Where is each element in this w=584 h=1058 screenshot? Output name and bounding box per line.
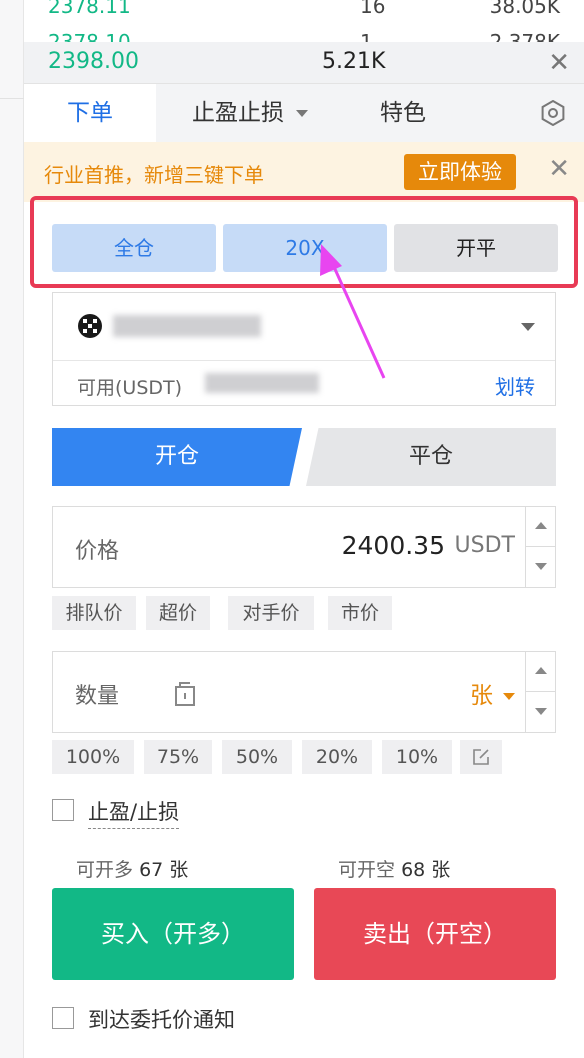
promo-text: 行业首推，新增三键下单 xyxy=(44,163,264,187)
order-tabs: 下单 止盈止损 特色 xyxy=(24,84,584,142)
percent-chip-75[interactable]: 75% xyxy=(144,740,212,774)
last-price-bar: 2398.00 5.21K ✕ xyxy=(24,42,584,84)
quantity-label: 数量 xyxy=(75,684,120,709)
last-price[interactable]: 2398.00 xyxy=(48,49,139,74)
close-icon[interactable]: ✕ xyxy=(548,154,570,184)
available-long-label: 可开多 xyxy=(76,859,134,881)
decrement-icon[interactable] xyxy=(526,547,555,587)
available-short: 可开空 68 张 xyxy=(338,855,450,882)
percent-chip-10[interactable]: 10% xyxy=(382,740,452,774)
volume: 5.21K xyxy=(322,49,386,74)
counterparty-price-chip[interactable]: 对手价 xyxy=(228,596,314,630)
chevron-down-icon xyxy=(503,693,515,700)
left-strip xyxy=(0,0,24,1058)
available-short-label: 可开空 xyxy=(338,859,396,881)
available-long: 可开多 67 张 xyxy=(76,855,188,882)
orderbook-price: 2378.11 xyxy=(48,0,131,18)
tab-tp-sl[interactable]: 止盈止损 xyxy=(192,84,308,142)
try-now-button[interactable]: 立即体验 xyxy=(404,154,516,190)
chevron-down-icon[interactable] xyxy=(521,323,535,331)
edit-percent-button[interactable] xyxy=(460,740,502,774)
unit-label: 张 xyxy=(470,683,493,709)
unit-selector[interactable]: 张 xyxy=(470,676,515,710)
price-unit: USDT xyxy=(454,533,515,558)
redacted-account xyxy=(113,315,261,337)
price-input[interactable]: 价格 2400.35 USDT xyxy=(52,506,556,588)
account-row[interactable] xyxy=(53,293,555,361)
lock-icon[interactable] xyxy=(173,680,197,706)
tp-sl-label[interactable]: 止盈/止损 xyxy=(88,796,180,829)
available-short-value: 68 张 xyxy=(401,859,451,881)
available-label: 可用(USDT) xyxy=(77,377,183,399)
quantity-stepper xyxy=(525,652,555,732)
orderbook-row[interactable]: 2378.11 16 38.05K xyxy=(24,0,584,18)
redacted-balance xyxy=(205,373,319,393)
orderbook-total: 38.05K xyxy=(489,0,560,18)
price-label: 价格 xyxy=(75,539,120,564)
orderbook-qty: 16 xyxy=(360,0,386,18)
quantity-input[interactable]: 数量 张 xyxy=(52,651,556,733)
price-stepper xyxy=(525,507,555,587)
chevron-down-icon xyxy=(296,110,308,117)
buy-long-button[interactable]: 买入（开多） xyxy=(52,888,294,980)
notify-label[interactable]: 到达委托价通知 xyxy=(88,1004,235,1034)
increment-icon[interactable] xyxy=(526,507,555,547)
account-selector[interactable]: 可用(USDT) 划转 xyxy=(52,292,556,406)
tab-special[interactable]: 特色 xyxy=(380,84,426,142)
over-price-chip[interactable]: 超价 xyxy=(146,596,210,630)
queue-price-chip[interactable]: 排队价 xyxy=(52,596,136,630)
tp-sl-checkbox[interactable] xyxy=(52,799,74,821)
close-icon[interactable]: ✕ xyxy=(548,48,570,78)
trade-panel: 2378.11 16 38.05K 2378.10 1 2.378K 2398.… xyxy=(24,0,584,1058)
transfer-link[interactable]: 划转 xyxy=(495,371,535,400)
margin-mode-button[interactable]: 全仓 xyxy=(52,224,216,272)
gear-icon[interactable] xyxy=(540,100,566,126)
leverage-button[interactable]: 20X xyxy=(223,224,387,272)
percent-chip-50[interactable]: 50% xyxy=(222,740,292,774)
position-mode-button[interactable]: 开平 xyxy=(394,224,558,272)
highlight-box: 全仓 20X 开平 xyxy=(30,196,578,288)
notify-checkbox[interactable] xyxy=(52,1007,74,1029)
increment-icon[interactable] xyxy=(526,652,555,692)
divider xyxy=(0,98,24,99)
available-long-value: 67 张 xyxy=(139,859,189,881)
open-close-tabs: 开仓 平仓 xyxy=(52,428,556,486)
edit-icon xyxy=(473,749,489,765)
sell-short-button[interactable]: 卖出（开空） xyxy=(314,888,556,980)
tab-tp-sl-label: 止盈止损 xyxy=(192,100,284,126)
price-value[interactable]: 2400.35 xyxy=(342,531,445,560)
percent-chip-100[interactable]: 100% xyxy=(52,740,134,774)
tab-open-position[interactable]: 开仓 xyxy=(52,428,302,486)
tab-order[interactable]: 下单 xyxy=(24,84,156,142)
promo-banner: 行业首推，新增三键下单 立即体验 ✕ xyxy=(24,142,584,202)
coin-icon xyxy=(78,314,102,338)
tab-close-position[interactable]: 平仓 xyxy=(306,428,556,486)
percent-chip-20[interactable]: 20% xyxy=(302,740,372,774)
decrement-icon[interactable] xyxy=(526,692,555,732)
market-price-chip[interactable]: 市价 xyxy=(328,596,392,630)
